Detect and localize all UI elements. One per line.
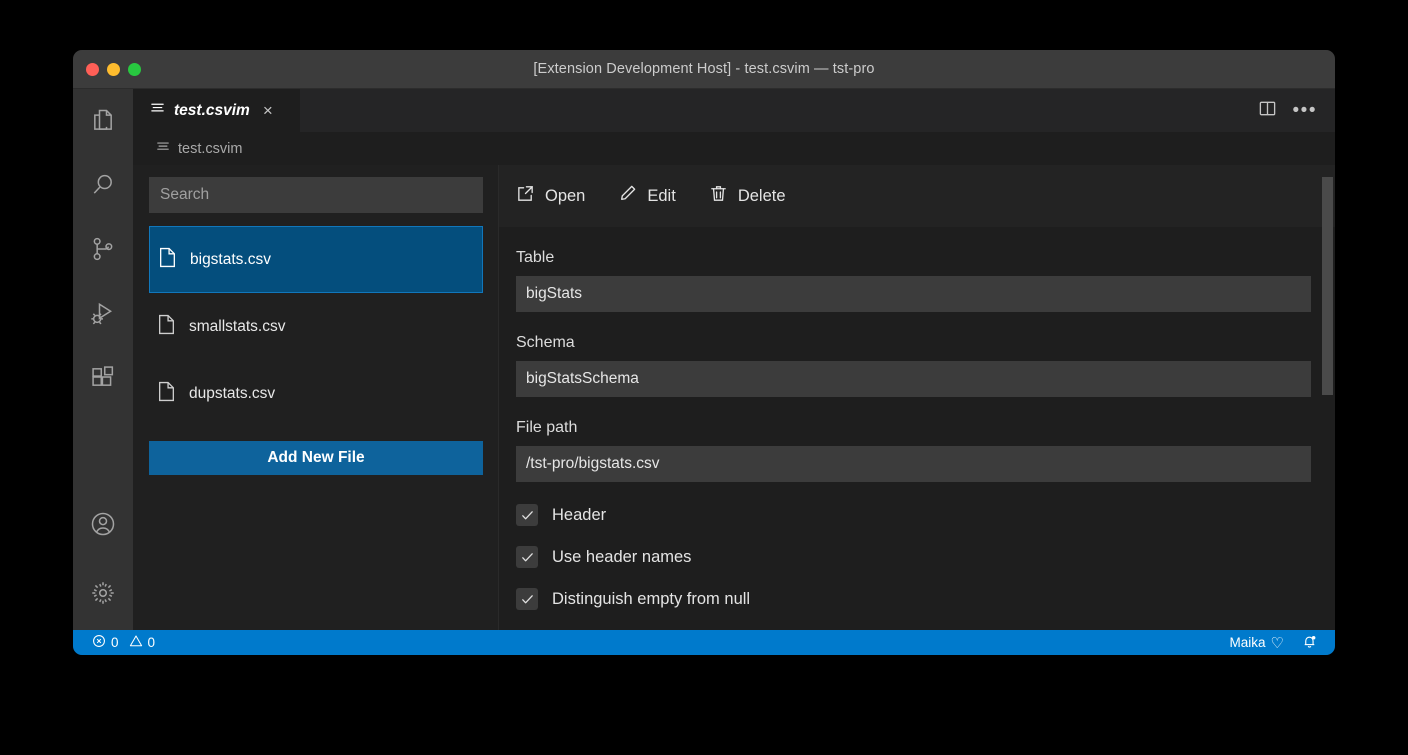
table-field[interactable] bbox=[516, 276, 1311, 312]
breadcrumb-label: test.csvim bbox=[178, 141, 242, 157]
activity-item-explorer[interactable] bbox=[73, 89, 133, 153]
search-icon bbox=[89, 171, 117, 199]
file-detail-pane: Open Edit bbox=[499, 165, 1335, 630]
window-title: [Extension Development Host] - test.csvi… bbox=[73, 61, 1335, 77]
editor-area: test.csvim × ••• bbox=[133, 89, 1335, 630]
header-checkbox-label: Header bbox=[552, 506, 606, 525]
notification-bell-icon[interactable] bbox=[1302, 634, 1317, 652]
status-bar: 0 0 Maika ♡ bbox=[73, 630, 1335, 655]
delete-button[interactable]: Delete bbox=[709, 184, 786, 208]
warning-icon bbox=[129, 634, 143, 651]
file-path-field[interactable] bbox=[516, 446, 1311, 482]
scrollbar-thumb[interactable] bbox=[1322, 177, 1333, 395]
file-icon bbox=[157, 314, 176, 340]
schema-label: Schema bbox=[516, 334, 1311, 352]
activity-bar bbox=[73, 89, 133, 630]
open-button[interactable]: Open bbox=[516, 184, 585, 208]
tab-strip: test.csvim × ••• bbox=[133, 89, 1335, 132]
split-editor-icon[interactable] bbox=[1258, 99, 1277, 123]
extensions-icon bbox=[89, 363, 117, 391]
checkbox[interactable] bbox=[516, 546, 538, 568]
status-bar-right: Maika ♡ bbox=[1230, 634, 1335, 652]
warning-count: 0 bbox=[148, 635, 156, 650]
file-list-item-label: bigstats.csv bbox=[190, 251, 271, 269]
error-icon bbox=[92, 634, 106, 651]
user-status[interactable]: Maika ♡ bbox=[1230, 634, 1284, 652]
window-body: test.csvim × ••• bbox=[73, 89, 1335, 630]
pencil-icon bbox=[618, 184, 637, 208]
use-header-names-checkbox-label: Use header names bbox=[552, 548, 691, 567]
csv-file-icon bbox=[150, 101, 165, 121]
distinguish-empty-from-null-checkbox-row[interactable]: Distinguish empty from null bbox=[516, 588, 1311, 610]
delete-button-label: Delete bbox=[738, 187, 786, 206]
close-icon[interactable]: × bbox=[263, 102, 273, 119]
vscode-window: [Extension Development Host] - test.csvi… bbox=[73, 50, 1335, 655]
detail-toolbar: Open Edit bbox=[499, 165, 1335, 227]
distinguish-empty-from-null-checkbox-label: Distinguish empty from null bbox=[552, 590, 750, 609]
editor-actions: ••• bbox=[1258, 89, 1335, 132]
tab-test-csvim[interactable]: test.csvim × bbox=[133, 89, 301, 132]
search-input[interactable] bbox=[149, 177, 483, 213]
problems-status[interactable]: 0 0 bbox=[92, 634, 155, 651]
error-count: 0 bbox=[111, 635, 119, 650]
use-header-names-checkbox-row[interactable]: Use header names bbox=[516, 546, 1311, 568]
activity-item-settings[interactable] bbox=[73, 556, 133, 630]
activity-item-source-control[interactable] bbox=[73, 217, 133, 281]
heart-icon: ♡ bbox=[1271, 634, 1284, 652]
file-list-pane: bigstats.csv smallstats.csv bbox=[133, 165, 499, 630]
run-debug-icon bbox=[89, 299, 117, 327]
trash-icon bbox=[709, 184, 728, 208]
file-path-label: File path bbox=[516, 419, 1311, 437]
activity-item-accounts[interactable] bbox=[73, 492, 133, 556]
csv-file-icon bbox=[156, 140, 170, 158]
account-icon bbox=[89, 510, 117, 538]
tab-label: test.csvim bbox=[174, 102, 250, 120]
maximize-window-button[interactable] bbox=[128, 63, 141, 76]
file-list-item-label: dupstats.csv bbox=[189, 385, 275, 403]
minimize-window-button[interactable] bbox=[107, 63, 120, 76]
more-actions-icon[interactable]: ••• bbox=[1293, 105, 1317, 116]
file-icon bbox=[157, 381, 176, 407]
checkbox[interactable] bbox=[516, 504, 538, 526]
checkbox[interactable] bbox=[516, 588, 538, 610]
external-link-icon bbox=[516, 184, 535, 208]
open-button-label: Open bbox=[545, 187, 585, 206]
activity-item-search[interactable] bbox=[73, 153, 133, 217]
table-label: Table bbox=[516, 249, 1311, 267]
activity-item-extensions[interactable] bbox=[73, 345, 133, 409]
file-icon bbox=[158, 247, 177, 273]
file-list-item-smallstats[interactable]: smallstats.csv bbox=[149, 293, 483, 360]
close-window-button[interactable] bbox=[86, 63, 99, 76]
user-name: Maika bbox=[1230, 635, 1266, 650]
header-checkbox-row[interactable]: Header bbox=[516, 504, 1311, 526]
file-list-item-dupstats[interactable]: dupstats.csv bbox=[149, 360, 483, 427]
files-icon bbox=[89, 107, 117, 135]
add-new-file-button[interactable]: Add New File bbox=[149, 441, 483, 475]
schema-field[interactable] bbox=[516, 361, 1311, 397]
traffic-lights bbox=[86, 63, 141, 76]
detail-scrollbar[interactable] bbox=[1321, 165, 1335, 630]
gear-icon bbox=[89, 579, 117, 607]
activity-item-run-and-debug[interactable] bbox=[73, 281, 133, 345]
edit-button-label: Edit bbox=[647, 187, 675, 206]
webview-panes: bigstats.csv smallstats.csv bbox=[133, 165, 1335, 630]
file-list-item-label: smallstats.csv bbox=[189, 318, 285, 336]
file-detail-form: Table Schema File path H bbox=[499, 227, 1335, 630]
file-list-item-bigstats[interactable]: bigstats.csv bbox=[149, 226, 483, 293]
source-control-icon bbox=[89, 235, 117, 263]
title-bar: [Extension Development Host] - test.csvi… bbox=[73, 50, 1335, 89]
status-bar-left: 0 0 bbox=[73, 634, 155, 651]
breadcrumb[interactable]: test.csvim bbox=[133, 132, 1335, 165]
edit-button[interactable]: Edit bbox=[618, 184, 675, 208]
